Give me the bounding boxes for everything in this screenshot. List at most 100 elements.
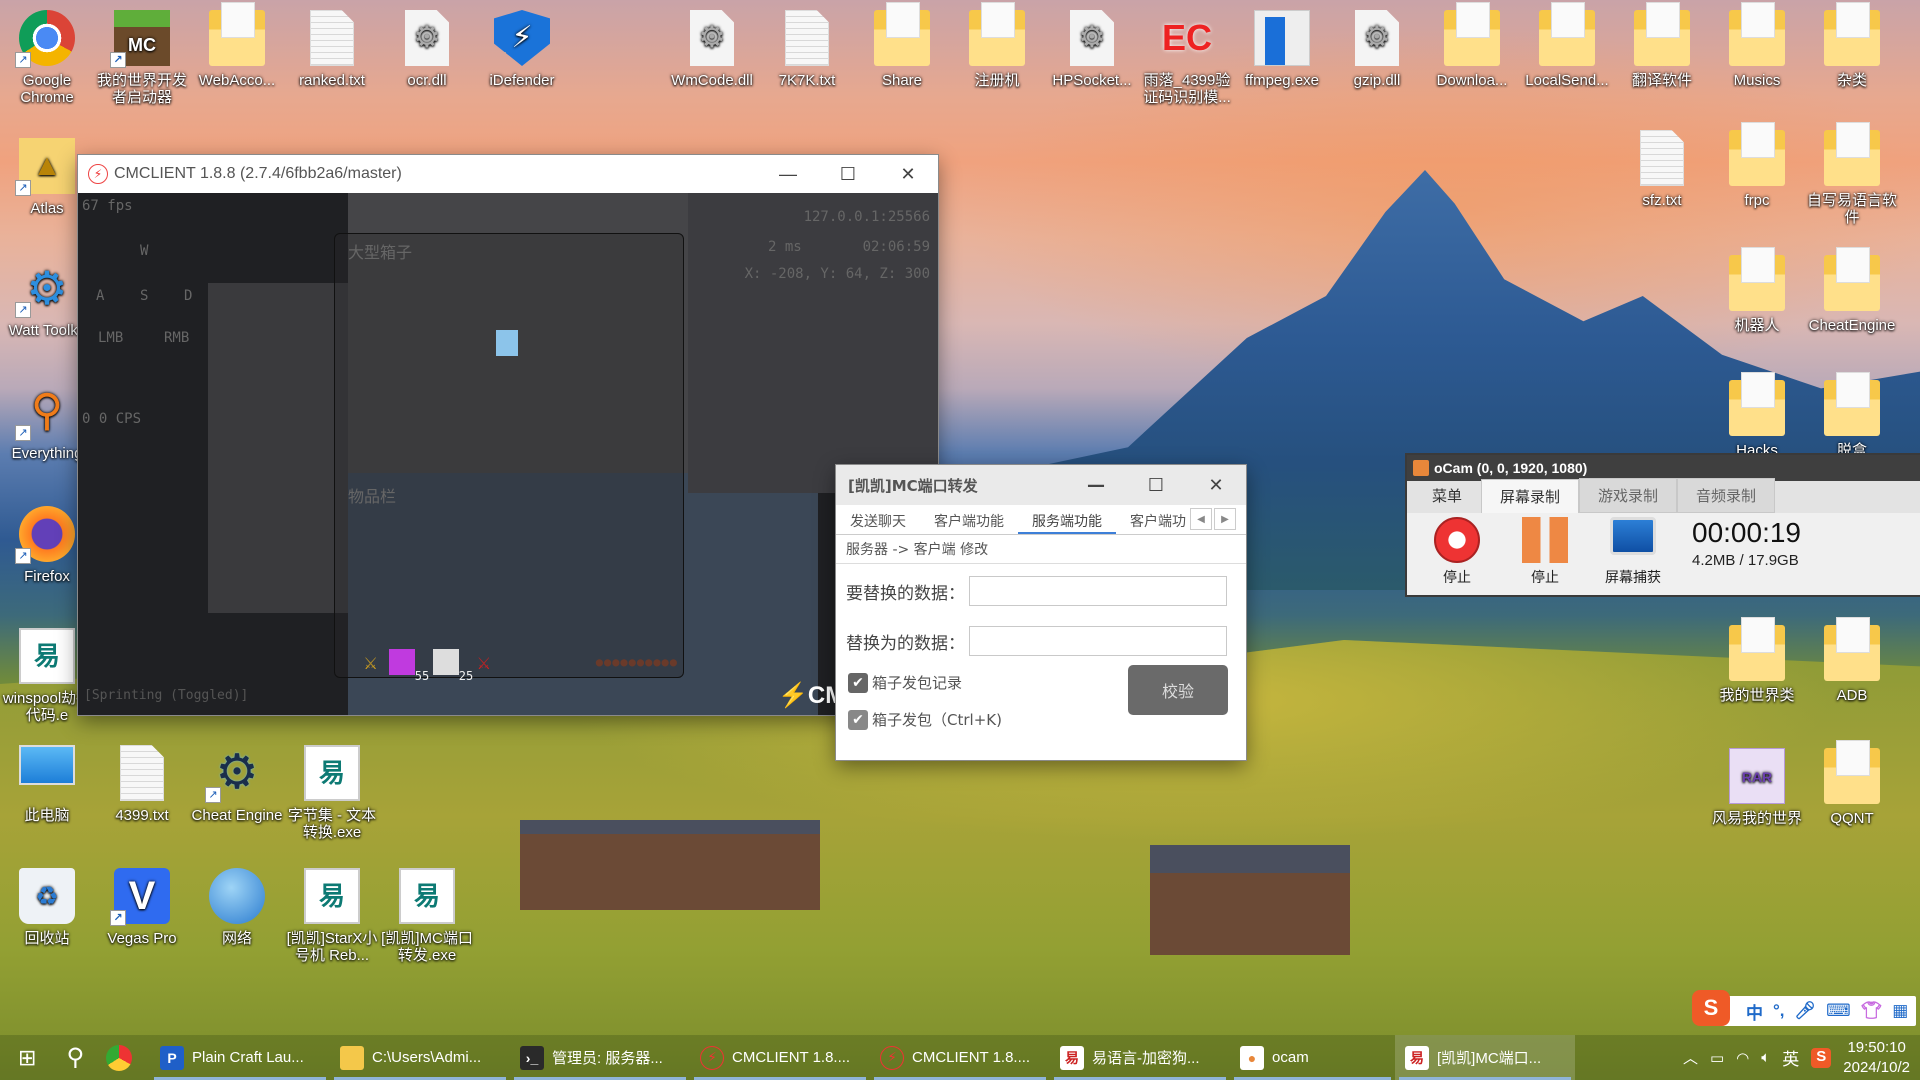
hotbar-purple-block-icon[interactable]: 55 <box>389 649 429 683</box>
desktop-icon[interactable]: 注册机 <box>950 2 1044 89</box>
ime-toolbar[interactable]: S 中 °, 🎤︎ ⌨ 👕︎ ▦ <box>1692 990 1916 1026</box>
desktop-icon[interactable]: 易 [凯凯]StarX小号机 Reb... <box>285 868 379 964</box>
desktop-icon[interactable]: Musics <box>1710 2 1804 89</box>
ocam-tab-audio-record[interactable]: 音频录制 <box>1677 478 1776 513</box>
desktop-icon[interactable]: 自写易语言软件 <box>1805 122 1899 226</box>
dialog-titlebar[interactable]: [凯凯]MC端口转发 — ☐ ✕ <box>836 465 1246 505</box>
desktop-icon[interactable]: 我的世界类 <box>1710 617 1804 704</box>
desktop-icon[interactable]: LocalSend... <box>1520 2 1614 89</box>
ime-mode-chinese[interactable]: 中 <box>1746 999 1763 1024</box>
desktop-icon[interactable]: ⚙ gzip.dll <box>1330 10 1424 89</box>
search-button[interactable]: ⚲ <box>54 1035 96 1080</box>
desktop-icon[interactable]: 网络 <box>190 868 284 947</box>
ocam-pause-button[interactable]: 停止 <box>1505 517 1585 587</box>
desktop-icon[interactable]: ffmpeg.exe <box>1235 10 1329 89</box>
hotbar-red-sword-icon[interactable]: ⚔ <box>477 650 490 675</box>
desktop-icon[interactable]: ADB <box>1805 617 1899 704</box>
minimize-button[interactable]: — <box>1066 466 1126 504</box>
hotbar-sword-icon[interactable]: ⚔ <box>364 650 377 675</box>
desktop-icon[interactable]: 翻译软件 <box>1615 2 1709 89</box>
desktop-icon[interactable]: ♻ 回收站 <box>0 868 94 947</box>
tab-client-functions-2[interactable]: 客户端功 <box>1116 505 1188 534</box>
wifi-icon[interactable]: ◠ <box>1736 1049 1749 1067</box>
tab-server-functions[interactable]: 服务端功能 <box>1018 505 1116 534</box>
close-button[interactable]: ✕ <box>1186 466 1246 504</box>
apps-grid-icon[interactable]: ▦ <box>1892 1001 1908 1021</box>
taskbar-item[interactable]: C:\Users\Admi... <box>330 1035 510 1080</box>
tab-scroll-right-icon[interactable]: ▶ <box>1214 508 1236 530</box>
taskbar-item[interactable]: ● ocam <box>1230 1035 1395 1080</box>
taskbar-chrome[interactable] <box>96 1035 150 1080</box>
ocam-tab-menu[interactable]: 菜单 <box>1413 478 1481 513</box>
minimize-button[interactable]: — <box>758 155 818 193</box>
cmclient-titlebar[interactable]: ⚡ CMCLIENT 1.8.8 (2.7.4/6fbb2a6/master) … <box>78 155 938 193</box>
desktop-icon[interactable]: ranked.txt <box>285 10 379 89</box>
desktop-icon[interactable]: sfz.txt <box>1615 130 1709 209</box>
taskbar-item[interactable]: ⚡ CMCLIENT 1.8.... <box>690 1035 870 1080</box>
desktop-icon[interactable]: MC ↗ 我的世界开发者启动器 <box>95 10 189 106</box>
desktop-icon[interactable]: RAR 风易我的世界 <box>1710 748 1804 827</box>
port-forward-dialog[interactable]: [凯凯]MC端口转发 — ☐ ✕ 发送聊天 客户端功能 服务端功能 客户端功 ◀… <box>836 465 1246 760</box>
volume-icon[interactable]: 🔈︎ <box>1761 1049 1770 1066</box>
desktop-icon[interactable]: CheatEngine <box>1805 247 1899 334</box>
desktop-icon-label: [凯凯]StarX小号机 Reb... <box>286 930 378 964</box>
maximize-button[interactable]: ☐ <box>818 155 878 193</box>
desktop-icon[interactable]: WebAcco... <box>190 2 284 89</box>
desktop-icon[interactable]: Downloa... <box>1425 2 1519 89</box>
keyboard-icon[interactable]: ⌨ <box>1826 1001 1851 1021</box>
desktop-icon[interactable]: ⚙ ocr.dll <box>380 10 474 89</box>
desktop-icon[interactable]: ⚡ ↗ iDefender <box>475 10 569 89</box>
verify-button[interactable]: 校验 <box>1128 665 1228 715</box>
desktop-icon[interactable]: ⚙ HPSocket... <box>1045 10 1139 89</box>
ocam-window[interactable]: oCam (0, 0, 1920, 1080) 菜单 屏幕录制 游戏录制 音频录… <box>1407 455 1920 595</box>
taskbar-item[interactable]: 易易语言-加密狗... <box>1050 1035 1230 1080</box>
desktop-icon[interactable]: 易字节集 - 文本转换.exe <box>285 745 379 841</box>
desktop-icon[interactable]: 脱盒 <box>1805 372 1899 459</box>
desktop-icon[interactable]: ⚙ WmCode.dll <box>665 10 759 89</box>
ocam-screen-capture-button[interactable]: 屏幕捕获 <box>1593 517 1673 587</box>
close-button[interactable]: ✕ <box>878 155 938 193</box>
battery-icon[interactable]: ▭ <box>1710 1049 1724 1067</box>
desktop-icon[interactable]: 此电脑 <box>0 745 94 824</box>
desktop-icon[interactable]: 4399.txt <box>95 745 189 824</box>
desktop-icon[interactable]: 7K7K.txt <box>760 10 854 89</box>
clock[interactable]: 19:50:10 2024/10/2 <box>1843 1038 1910 1078</box>
ocam-stop-button[interactable]: 停止 <box>1417 517 1497 587</box>
tray-overflow-icon[interactable]: ︿ <box>1683 1047 1698 1068</box>
desktop-icon[interactable]: Share <box>855 2 949 89</box>
hotbar-white-block-icon[interactable]: 25 <box>433 649 473 683</box>
desktop-icon[interactable]: 机器人 <box>1710 247 1804 334</box>
tab-client-functions[interactable]: 客户端功能 <box>920 505 1018 534</box>
desktop-icon[interactable]: 易 [凯凯]MC端口转发.exe <box>380 868 474 964</box>
tab-send-chat[interactable]: 发送聊天 <box>836 505 920 534</box>
ocam-tab-game-record[interactable]: 游戏录制 <box>1579 478 1678 513</box>
ocam-tab-screen-record[interactable]: 屏幕录制 <box>1481 479 1580 513</box>
cmclient-window[interactable]: ⚡ CMCLIENT 1.8.8 (2.7.4/6fbb2a6/master) … <box>78 155 938 715</box>
desktop-icon[interactable]: ⚙ ↗ Cheat Engine <box>190 745 284 824</box>
taskbar-item[interactable]: P Plain Craft Lau... <box>150 1035 330 1080</box>
sogou-logo-icon[interactable]: S <box>1692 990 1730 1026</box>
desktop-icon[interactable]: V ↗ Vegas Pro <box>95 868 189 947</box>
microphone-icon[interactable]: 🎤︎ <box>1795 1001 1817 1021</box>
maximize-button[interactable]: ☐ <box>1126 466 1186 504</box>
desktop-icon[interactable]: frpc <box>1710 122 1804 209</box>
desktop-icon[interactable]: 杂类 <box>1805 2 1899 89</box>
taskbar-item[interactable]: ›_ 管理员: 服务器... <box>510 1035 690 1080</box>
tab-scroll-left-icon[interactable]: ◀ <box>1190 508 1212 530</box>
desktop-icon-label: WebAcco... <box>198 72 276 89</box>
input-language[interactable]: 英 <box>1782 1045 1799 1070</box>
taskbar-item[interactable]: 易 [凯凯]MC端口... <box>1395 1035 1576 1080</box>
minecraft-game-view[interactable]: 67 fps W A S D LMB RMB 0 0 CPS 127.0.0.1… <box>78 193 938 715</box>
desktop-icon[interactable]: Hacks <box>1710 372 1804 459</box>
hotbar[interactable]: ⚔ 55 25 ⚔ ●●●●●●●●●● <box>334 643 684 683</box>
ime-punctuation-icon[interactable]: °, <box>1773 1001 1785 1021</box>
replace-from-input[interactable] <box>969 576 1227 606</box>
desktop-icon[interactable]: QQNT <box>1805 740 1899 827</box>
skin-icon[interactable]: 👕︎ <box>1861 1001 1883 1021</box>
desktop-icon[interactable]: ↗ Google Chrome <box>0 10 94 106</box>
sogou-tray-icon[interactable]: S <box>1811 1047 1832 1068</box>
taskbar-item[interactable]: ⚡ CMCLIENT 1.8.... <box>870 1035 1050 1080</box>
start-button[interactable]: ⊞ <box>0 1035 54 1080</box>
desktop-icon[interactable]: EC 雨落_4399验证码识别模... <box>1140 10 1234 106</box>
replace-to-input[interactable] <box>969 626 1227 656</box>
